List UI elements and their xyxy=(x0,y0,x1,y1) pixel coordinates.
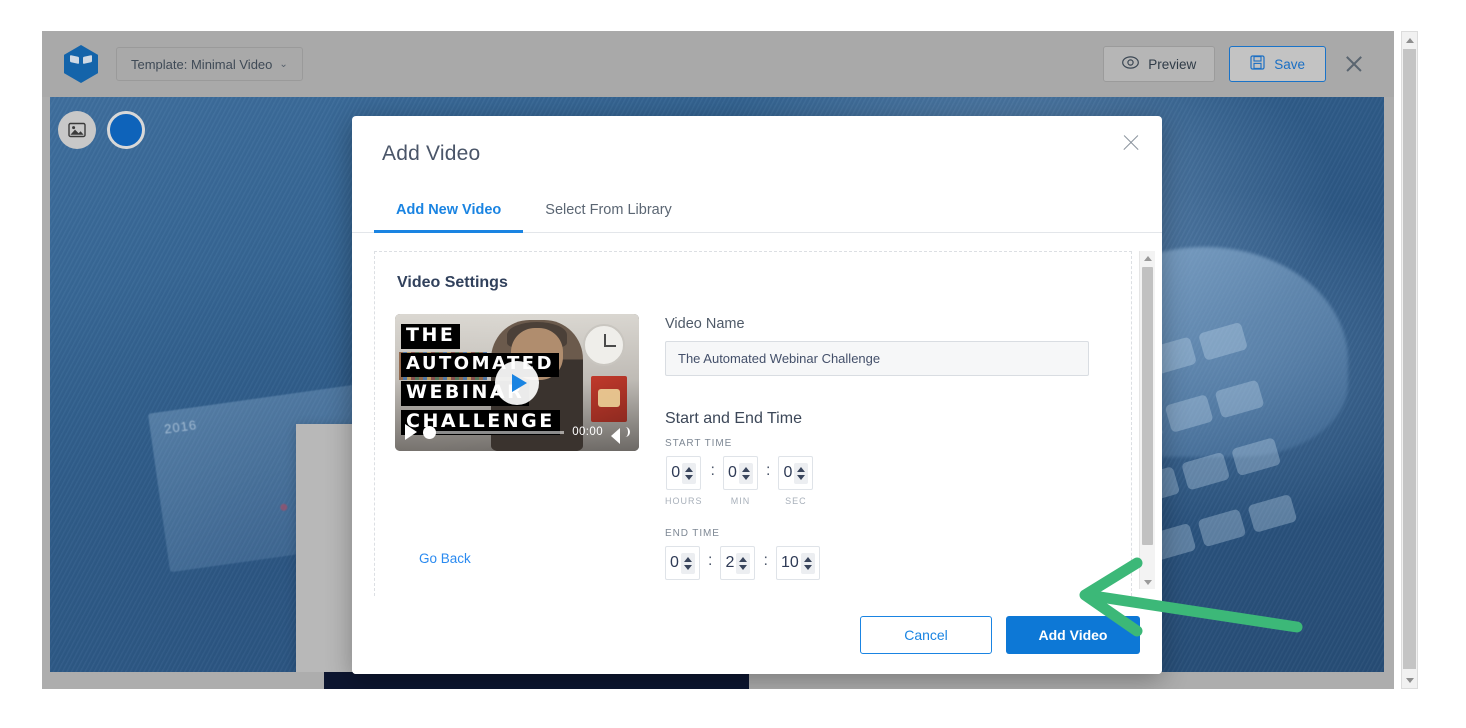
start-time-caption: START TIME xyxy=(665,438,733,449)
end-min-stepper[interactable]: 2 xyxy=(720,546,756,580)
modal-header: Add Video xyxy=(352,116,1162,166)
play-overlay-button[interactable] xyxy=(495,360,539,405)
start-min-unit: MIN xyxy=(730,496,751,506)
video-thumbnail[interactable]: THE AUTOMATED WEBINAR CHALLENGE 00:00 xyxy=(395,314,639,451)
end-sec-value: 10 xyxy=(781,554,799,571)
tab-add-new-video-label: Add New Video xyxy=(396,202,502,218)
video-name-label: Video Name xyxy=(665,316,745,332)
close-icon[interactable] xyxy=(1118,130,1144,156)
overlay-line-1: THE xyxy=(401,324,461,349)
modal-body: Video Settings THE AUTOMATED WEBINAR CHA… xyxy=(352,233,1162,596)
start-min-value: 0 xyxy=(728,464,737,481)
volume-icon[interactable] xyxy=(611,424,630,444)
start-min-group: 0 MIN xyxy=(722,456,758,506)
color-swatch-button[interactable] xyxy=(107,111,145,149)
end-separator-1: : xyxy=(708,552,713,569)
add-video-button[interactable]: Add Video xyxy=(1006,616,1140,654)
page-scrollbar[interactable] xyxy=(1401,31,1418,689)
modal-scrollbar-thumb[interactable] xyxy=(1142,267,1153,545)
start-min-stepper[interactable]: 0 xyxy=(722,456,758,490)
video-settings-heading: Video Settings xyxy=(397,274,508,291)
start-end-time-heading: Start and End Time xyxy=(665,410,802,427)
tab-select-from-library-label: Select From Library xyxy=(545,202,672,218)
start-sec-value: 0 xyxy=(783,464,793,481)
video-name-input[interactable] xyxy=(665,341,1089,376)
end-min-arrows[interactable] xyxy=(736,552,751,574)
start-separator-1: : xyxy=(710,462,715,479)
page-scroll-down-icon[interactable] xyxy=(1402,672,1417,688)
end-hours-group: 0 xyxy=(665,546,700,580)
start-separator-2: : xyxy=(765,462,771,479)
video-progress-bar[interactable] xyxy=(422,425,565,439)
start-min-arrows[interactable] xyxy=(738,462,753,484)
video-current-time: 00:00 xyxy=(572,426,603,438)
start-hours-group: 0 HOURS xyxy=(665,456,703,506)
start-sec-unit: SEC xyxy=(785,496,807,506)
end-sec-arrows[interactable] xyxy=(800,552,815,574)
end-sec-stepper[interactable]: 10 xyxy=(775,546,820,580)
end-min-value: 2 xyxy=(725,554,735,571)
go-back-link[interactable]: Go Back xyxy=(419,551,471,566)
start-sec-arrows[interactable] xyxy=(794,462,809,484)
modal-scrollbar[interactable] xyxy=(1139,251,1155,589)
modal-title: Add Video xyxy=(382,142,481,165)
video-form: Video Name Start and End Time START TIME… xyxy=(665,314,1109,580)
scroll-up-icon[interactable] xyxy=(1140,251,1155,265)
page-scrollbar-thumb[interactable] xyxy=(1403,49,1416,669)
app-window: Template: Minimal Video ⌄ Preview Save 2… xyxy=(42,31,1394,689)
end-sec-group: 10 xyxy=(775,546,820,580)
video-controls: 00:00 xyxy=(395,421,639,444)
end-min-group: 2 xyxy=(720,546,756,580)
canvas-toolbar xyxy=(58,111,145,149)
start-hours-value: 0 xyxy=(671,464,681,481)
play-icon[interactable] xyxy=(405,424,417,440)
modal-scroll-content: Video Settings THE AUTOMATED WEBINAR CHA… xyxy=(374,251,1132,596)
start-sec-group: 0 SEC xyxy=(778,456,814,506)
end-hours-stepper[interactable]: 0 xyxy=(665,546,700,580)
add-video-modal: Add Video Add New Video Select From Libr… xyxy=(352,116,1162,674)
start-hours-arrows[interactable] xyxy=(682,462,697,484)
end-hours-arrows[interactable] xyxy=(680,552,695,574)
start-hours-unit: HOURS xyxy=(665,496,703,506)
start-time-row: 0 HOURS : 0 MIN: 0 SEC xyxy=(665,456,1109,506)
page-scroll-up-icon[interactable] xyxy=(1402,32,1417,48)
scroll-down-icon[interactable] xyxy=(1140,575,1155,589)
image-icon[interactable] xyxy=(58,111,96,149)
modal-tabs: Add New Video Select From Library xyxy=(352,192,1162,233)
cancel-button[interactable]: Cancel xyxy=(860,616,992,654)
settings-row: THE AUTOMATED WEBINAR CHALLENGE 00:00 Vi… xyxy=(395,314,1109,580)
end-separator-2: : xyxy=(763,552,768,569)
tab-add-new-video[interactable]: Add New Video xyxy=(374,192,524,233)
tab-select-from-library[interactable]: Select From Library xyxy=(523,192,694,233)
end-hours-value: 0 xyxy=(670,554,679,571)
screenshot-root: Template: Minimal Video ⌄ Preview Save 2… xyxy=(0,0,1466,728)
modal-footer: Cancel Add Video xyxy=(352,596,1162,674)
start-hours-stepper[interactable]: 0 xyxy=(666,456,702,490)
end-time-caption: END TIME xyxy=(665,528,720,539)
end-time-row: 0 : 2: 10 xyxy=(665,546,1109,580)
start-sec-stepper[interactable]: 0 xyxy=(778,456,814,490)
